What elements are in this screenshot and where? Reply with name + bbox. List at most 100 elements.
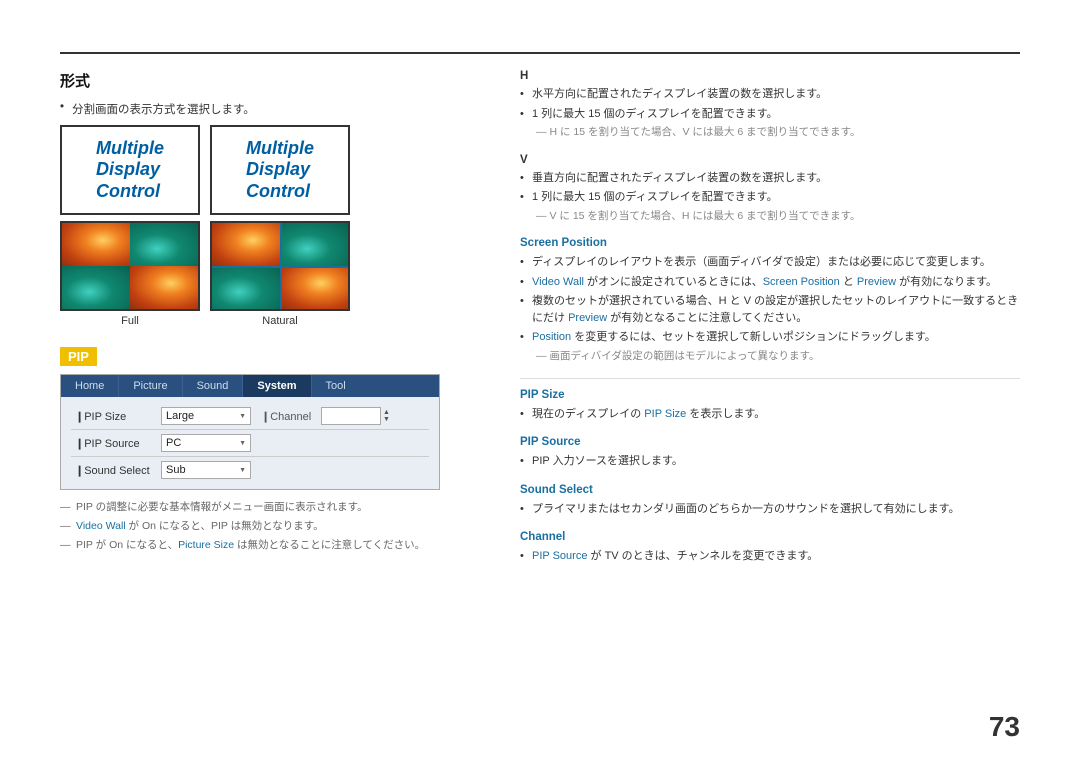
sound-select-label: ❙Sound Select [71,464,161,477]
flower-cell-bl [62,266,130,309]
flower-cell-tr [130,223,198,266]
display-box-2-text: Multiple Display Control [246,138,314,203]
preview-link: Preview [857,276,896,288]
pip-section: PIP Home Picture Sound System Tool ❙PIP … [60,347,480,553]
channel-up-arrow[interactable]: ▲ [383,409,390,416]
sound-select-select[interactable]: Sub [161,461,251,479]
tab-tool[interactable]: Tool [312,375,360,397]
v-bullet-1: 垂直方向に配置されたディスプレイ装置の数を選択します。 [520,170,1020,187]
full-label: Full [121,315,139,327]
mode-full-flower: Full [60,221,200,327]
menu-row-pip-size: ❙PIP Size Large ❙Channel ▲ ▼ [71,403,429,430]
display-box-1-text: Multiple Display Control [96,138,164,203]
sp-note: 画面ディバイダ設定の範囲はモデルによって異なります。 [520,349,1020,364]
tab-sound[interactable]: Sound [183,375,244,397]
format-heading: 形式 [60,70,480,91]
format-section: 形式 分割画面の表示方式を選択します。 Multiple Display Con… [60,70,480,327]
flower-grid-1 [62,223,198,309]
flower-cell-2-tl [212,223,280,266]
mode-full-1: Multiple Display Control [60,125,200,215]
preview-link-2: Preview [568,312,607,324]
sound-select-right-heading: Sound Select [520,484,1020,496]
sp-bullet-2: Video Wall がオンに設定されているときには、Screen Positi… [520,274,1020,291]
pip-badge: PIP [60,347,97,366]
pip-size-right-heading: PIP Size [520,389,1020,401]
video-wall-link: Video Wall [76,520,126,532]
sp-bullet-3: 複数のセットが選択されている場合、H と V の設定が選択したセットのレイアウト… [520,293,1020,326]
display-box-2: Multiple Display Control [210,125,350,215]
menu-body: ❙PIP Size Large ❙Channel ▲ ▼ ❙PIP Source [61,397,439,489]
v-section: V 垂直方向に配置されたディスプレイ装置の数を選択します。 1 列に最大 15 … [520,154,1020,224]
display-modes: Multiple Display Control Multiple Displa… [60,125,480,215]
channel-input[interactable] [321,407,381,425]
flower-cell-br [130,266,198,309]
left-column: 形式 分割画面の表示方式を選択します。 Multiple Display Con… [60,70,480,579]
pip-size-link: PIP Size [644,408,686,420]
menu-row-pip-source: ❙PIP Source PC [71,430,429,457]
pip-note-1: PIP の調整に必要な基本情報がメニュー画面に表示されます。 [60,500,480,516]
flower-box-2 [210,221,350,311]
flower-cell-2-br [280,266,348,309]
position-link: Position [532,331,571,343]
tab-home[interactable]: Home [61,375,119,397]
screen-pos-link: Screen Position [763,276,840,288]
pip-source-right-bullet: PIP 入力ソースを選択します。 [520,453,1020,470]
channel-label: ❙Channel [261,410,321,423]
flower-cell-2-bl [212,266,280,309]
h-bullet-2: 1 列に最大 15 個のディスプレイを配置できます。 [520,106,1020,123]
top-rule [60,52,1020,54]
sound-select-right-section: Sound Select プライマリまたはセカンダリ画面のどちらか一方のサウンド… [520,484,1020,518]
pip-source-label: ❙PIP Source [71,437,161,450]
v-label: V [520,154,1020,166]
h-note: H に 15 を割り当てた場合、V には最大 6 まで割り当てできます。 [520,125,1020,140]
main-content: 形式 分割画面の表示方式を選択します。 Multiple Display Con… [60,70,1020,579]
flower-cell-tl [62,223,130,266]
pip-size-select[interactable]: Large [161,407,251,425]
section-divider [520,378,1020,379]
pip-source-select[interactable]: PC [161,434,251,452]
tab-picture[interactable]: Picture [119,375,182,397]
channel-arrows: ▲ ▼ [383,409,390,423]
pip-source-right-section: PIP Source PIP 入力ソースを選択します。 [520,436,1020,470]
format-bullet: 分割画面の表示方式を選択します。 [60,101,480,117]
video-wall-link-2: Video Wall [532,276,584,288]
tab-system[interactable]: System [243,375,311,397]
pip-notes: PIP の調整に必要な基本情報がメニュー画面に表示されます。 Video Wal… [60,500,480,553]
menu-row-sound-select: ❙Sound Select Sub [71,457,429,483]
mode-natural-flower: Natural [210,221,350,327]
page-number: 73 [989,711,1020,743]
v-note: V に 15 を割り当てた場合、H には最大 6 まで割り当てできます。 [520,209,1020,224]
channel-right-heading: Channel [520,531,1020,543]
picture-size-link: Picture Size [178,539,234,551]
menu-tabs: Home Picture Sound System Tool [61,375,439,397]
screen-position-section: Screen Position ディスプレイのレイアウトを表示（画面ディバイダで… [520,237,1020,363]
pip-menu: Home Picture Sound System Tool ❙PIP Size… [60,374,440,490]
mode-natural-1: Multiple Display Control [210,125,350,215]
pip-note-2: Video Wall が On になると、PIP は無効となります。 [60,519,480,535]
pip-note-3: PIP が On になると、Picture Size は無効となることに注意して… [60,538,480,554]
screen-position-heading: Screen Position [520,237,1020,249]
display-box-1: Multiple Display Control [60,125,200,215]
sp-bullet-4: Position を変更するには、セットを選択して新しいポジションにドラッグしま… [520,329,1020,346]
channel-right-bullet: PIP Source が TV のときは、チャンネルを変更できます。 [520,548,1020,565]
pip-size-label: ❙PIP Size [71,410,161,423]
h-section: H 水平方向に配置されたディスプレイ装置の数を選択します。 1 列に最大 15 … [520,70,1020,140]
h-bullet-1: 水平方向に配置されたディスプレイ装置の数を選択します。 [520,86,1020,103]
right-column: H 水平方向に配置されたディスプレイ装置の数を選択します。 1 列に最大 15 … [520,70,1020,579]
flower-box-1 [60,221,200,311]
pip-size-right-section: PIP Size 現在のディスプレイの PIP Size を表示します。 [520,389,1020,423]
h-label: H [520,70,1020,82]
channel-down-arrow[interactable]: ▼ [383,416,390,423]
sp-bullet-1: ディスプレイのレイアウトを表示（画面ディバイダで設定）または必要に応じて変更しま… [520,254,1020,271]
pip-source-right-heading: PIP Source [520,436,1020,448]
flower-cell-2-tr [280,223,348,266]
pip-size-right-bullet: 現在のディスプレイの PIP Size を表示します。 [520,406,1020,423]
cross-line-v [280,223,282,309]
pip-source-link-2: PIP Source [532,550,587,562]
flower-modes: Full Natura [60,221,480,327]
v-bullet-2: 1 列に最大 15 個のディスプレイを配置できます。 [520,189,1020,206]
sound-select-right-bullet: プライマリまたはセカンダリ画面のどちらか一方のサウンドを選択して有効にします。 [520,501,1020,518]
natural-label: Natural [262,315,297,327]
channel-right-section: Channel PIP Source が TV のときは、チャンネルを変更できま… [520,531,1020,565]
page-container: 形式 分割画面の表示方式を選択します。 Multiple Display Con… [0,0,1080,763]
